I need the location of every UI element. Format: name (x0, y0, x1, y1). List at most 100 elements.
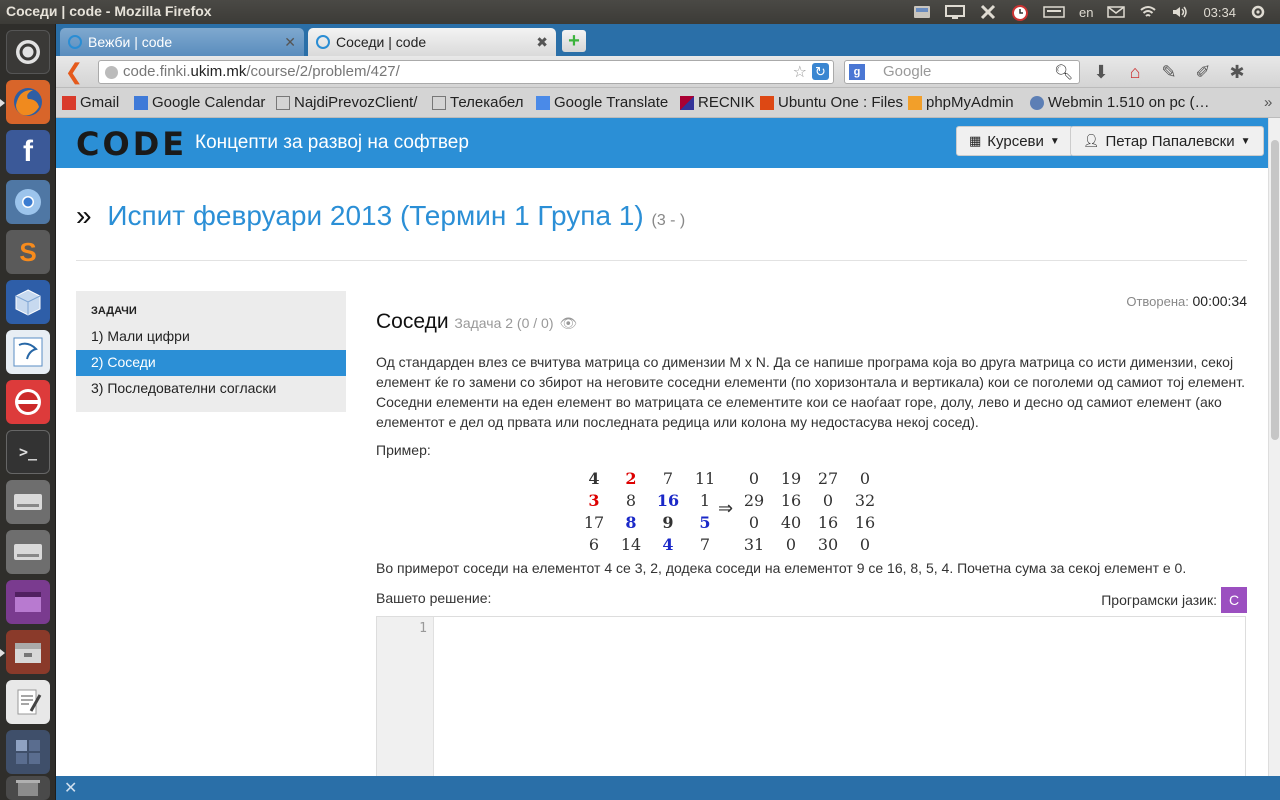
bookmark-label: Ubuntu One : Files (778, 94, 904, 111)
back-button[interactable]: ❮ (62, 59, 86, 84)
mail-icon[interactable] (1107, 6, 1126, 18)
code-editor[interactable]: 1 (376, 616, 1246, 776)
mysql-workbench-icon[interactable] (6, 330, 50, 374)
grid-icon: ▦ (969, 133, 982, 148)
bookmark-label: Google Calendar (152, 94, 266, 111)
url-path: /course/2/problem/427/ (246, 63, 400, 80)
clock[interactable]: 03:34 (1203, 5, 1236, 20)
sidebar-item-soglaski[interactable]: 3) Последователни согласки (76, 376, 346, 402)
chromium-icon[interactable] (6, 180, 50, 224)
drive-icon[interactable] (6, 480, 50, 524)
alarm-clock-icon[interactable] (1011, 3, 1029, 21)
bookmark-gmail[interactable]: Gmail (62, 94, 119, 111)
sidebar-item-mali-cifri[interactable]: 1) Мали цифри (76, 324, 346, 350)
search-bar[interactable]: g Google 🔍︎ (844, 60, 1080, 84)
translate-icon (536, 95, 550, 110)
close-addon-bar-icon[interactable]: ✕ (64, 778, 77, 798)
keyboard-icon[interactable] (1043, 6, 1065, 18)
eye-icon[interactable]: 👁︎ (559, 315, 577, 331)
extension-puzzle-icon[interactable]: ✱ (1226, 62, 1248, 82)
calendar-icon (134, 95, 148, 110)
bookmark-ubuntu-one[interactable]: Ubuntu One : Files (760, 94, 903, 111)
double-chevron-icon: » (76, 200, 92, 231)
power-gear-icon[interactable] (1250, 4, 1266, 20)
bookmark-google-translate[interactable]: Google Translate (536, 94, 668, 111)
virtualbox-icon[interactable] (6, 280, 50, 324)
new-tab-button[interactable]: + (562, 30, 586, 52)
user-name: Петар Папалевски (1105, 132, 1235, 150)
courses-dropdown-button[interactable]: ▦ Курсеви ▼ (956, 126, 1073, 156)
bookmark-label: phpMyAdmin (926, 94, 1014, 111)
site-identity-icon[interactable] (105, 66, 118, 79)
drive-icon-2[interactable] (6, 530, 50, 574)
google-engine-icon[interactable]: g (849, 64, 865, 80)
close-tab-icon[interactable]: ✖ (536, 34, 548, 51)
matrix-cell: 30 (817, 535, 839, 554)
vertical-scrollbar[interactable] (1268, 118, 1280, 776)
problem-name: Соседи (376, 310, 449, 333)
bookmark-webmin[interactable]: Webmin 1.510 on pc (… (1030, 94, 1209, 111)
bookmarks-overflow-icon[interactable]: » (1264, 94, 1272, 111)
matrix-cell: 3 (588, 491, 600, 510)
site-logo[interactable]: CODE (76, 125, 187, 163)
workspace-switcher-icon[interactable] (6, 730, 50, 774)
exam-score: (3 - ) (651, 212, 686, 229)
matrix-cell: 0 (859, 469, 871, 488)
file-manager-icon[interactable] (0, 630, 50, 674)
facebook-icon[interactable]: f (6, 130, 50, 174)
ubuntu-one-icon (760, 95, 774, 110)
exam-title[interactable]: Испит февруари 2013 (Термин 1 Група 1) (107, 200, 643, 231)
matrix-cell: 29 (743, 491, 765, 510)
sublime-icon[interactable]: S (6, 230, 50, 274)
bookmark-google-calendar[interactable]: Google Calendar (134, 94, 265, 111)
language-c-button[interactable]: C (1221, 587, 1247, 613)
bookmark-telekabel[interactable]: Телекабел (432, 94, 524, 111)
extension-pen-icon[interactable]: ✎ (1158, 62, 1180, 82)
wifi-icon[interactable] (1139, 5, 1157, 19)
bookmark-najdiprevoz[interactable]: NajdiPrevozClient/ (276, 94, 417, 111)
matrix-cell: 16 (780, 491, 802, 510)
system-tray: en 03:34 (913, 0, 1280, 24)
url-bar[interactable]: code.finki.ukim.mk/course/2/problem/427/… (98, 60, 834, 84)
tab-sosedi[interactable]: Соседи | code ✖ (308, 28, 556, 56)
eclipse-icon[interactable] (6, 380, 50, 424)
site-header: CODE Концепти за развој на софтвер ▦ Кур… (56, 118, 1268, 168)
app-window-icon[interactable] (6, 580, 50, 624)
course-title[interactable]: Концепти за развој на софтвер (195, 132, 469, 154)
bookmark-star-icon[interactable]: ☆ (793, 62, 807, 82)
volume-icon[interactable] (1171, 5, 1189, 19)
downloads-icon[interactable]: ⬇ (1090, 62, 1112, 82)
matrix-cell: 6 (588, 535, 600, 554)
bookmark-phpmyadmin[interactable]: phpMyAdmin (908, 94, 1014, 111)
sidebar-heading: ЗАДАЧИ (91, 305, 137, 317)
user-dropdown-button[interactable]: 👤︎ Петар Папалевски ▼ (1070, 126, 1264, 156)
bookmark-label: Телекабел (450, 94, 524, 111)
firefox-icon[interactable] (0, 80, 50, 124)
bookmark-label: Webmin 1.510 on pc (… (1048, 94, 1210, 111)
problem-meta: Задача 2 (0 / 0) (454, 315, 554, 331)
extension-tool-icon[interactable]: ✐ (1192, 62, 1214, 82)
matrix-cell: 0 (748, 469, 760, 488)
home-icon[interactable]: ⌂ (1124, 62, 1146, 82)
screen-icon[interactable] (944, 5, 965, 19)
keyboard-layout[interactable]: en (1079, 5, 1093, 20)
sidebar-item-sosedi[interactable]: 2) Соседи (76, 350, 346, 376)
tab-label: Вежби | code (88, 34, 173, 50)
search-icon[interactable]: 🔍︎ (1054, 63, 1073, 81)
tab-vezbi[interactable]: Вежби | code ✕ (60, 28, 304, 56)
reload-icon[interactable]: ↻ (812, 63, 829, 80)
text-editor-icon[interactable] (6, 680, 50, 724)
scrollbar-thumb[interactable] (1271, 140, 1279, 440)
window-title: Соседи | code - Mozilla Firefox (6, 3, 212, 19)
matrix-cell: 4 (662, 535, 674, 554)
bookmark-recnik[interactable]: RECNIK (680, 94, 755, 111)
problem-title: Соседи Задача 2 (0 / 0) 👁︎ (376, 310, 577, 334)
matrix-cell: 0 (785, 535, 797, 554)
trash-icon[interactable] (6, 776, 50, 800)
ubuntu-icon[interactable] (6, 30, 50, 74)
dropbox-icon[interactable] (913, 5, 931, 19)
network-share-icon[interactable] (979, 4, 997, 20)
matrix-cell: 27 (817, 469, 839, 488)
close-tab-icon[interactable]: ✕ (284, 34, 296, 51)
terminal-icon[interactable]: >_ (6, 430, 50, 474)
